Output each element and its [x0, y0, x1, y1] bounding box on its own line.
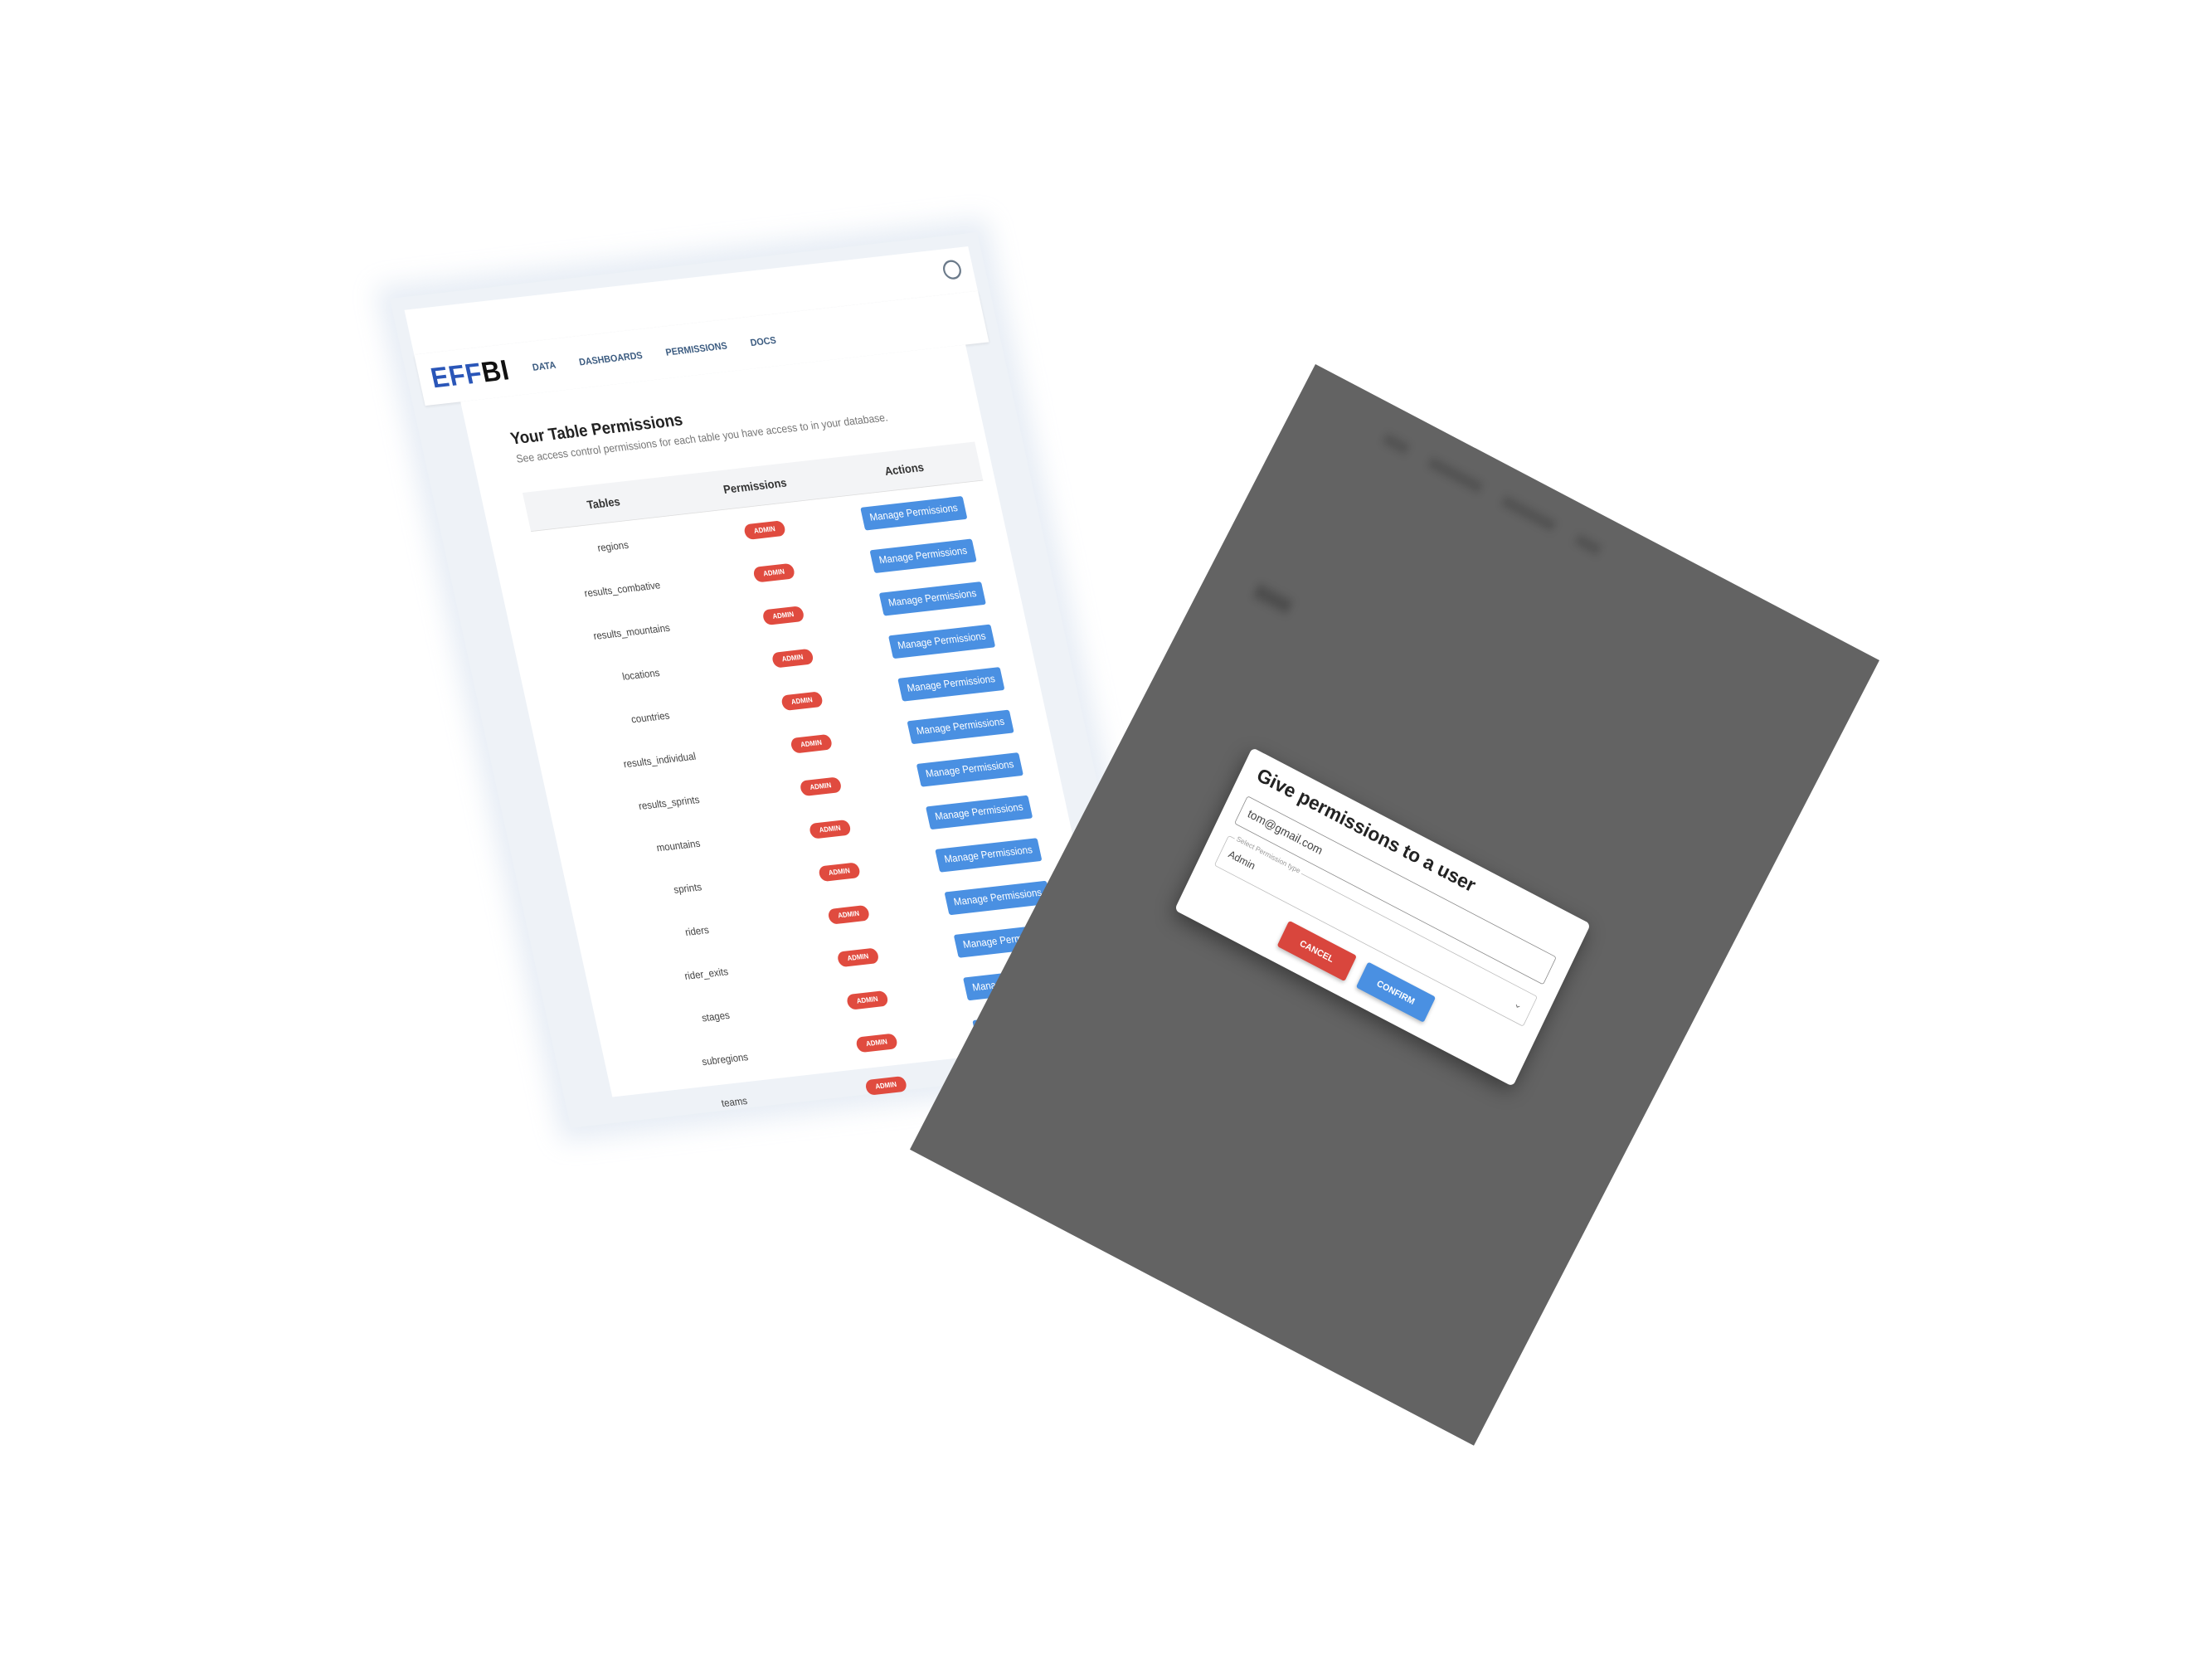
table-name: riders — [683, 924, 710, 938]
permission-badge: ADMIN — [864, 1075, 908, 1096]
table-name: mountains — [655, 838, 702, 854]
table-name: rider_exits — [683, 966, 730, 982]
permission-badge: ADMIN — [845, 990, 889, 1010]
permission-badge: ADMIN — [780, 690, 824, 711]
permission-badge: ADMIN — [836, 946, 880, 967]
nav-docs[interactable]: DOCS — [749, 334, 777, 348]
header-tables: Tables — [586, 494, 621, 512]
permission-badge: ADMIN — [817, 861, 861, 882]
table-name: teams — [720, 1095, 749, 1110]
manage-permissions-button[interactable]: Manage Permissions — [878, 581, 986, 616]
permission-badge: ADMIN — [761, 605, 805, 625]
header-actions: Actions — [883, 460, 926, 478]
manage-permissions-button[interactable]: Manage Permissions — [935, 837, 1043, 873]
table-name: results_sprints — [637, 794, 701, 812]
manage-permissions-button[interactable]: Manage Permissions — [916, 752, 1023, 787]
manage-permissions-button[interactable]: Manage Permissions — [907, 709, 1014, 744]
logo[interactable]: EFFBI — [428, 354, 513, 395]
manage-permissions-button[interactable]: Manage Permissions — [888, 624, 995, 659]
permission-badge: ADMIN — [742, 519, 786, 540]
table-name: results_mountains — [592, 622, 671, 642]
table-name: stages — [700, 1010, 732, 1024]
nav-permissions[interactable]: PERMISSIONS — [664, 340, 728, 358]
permission-badge: ADMIN — [808, 819, 852, 839]
user-account-icon[interactable] — [941, 259, 964, 280]
permission-badge: ADMIN — [827, 904, 871, 925]
manage-permissions-button[interactable]: Manage Permissions — [926, 795, 1033, 830]
table-name: regions — [596, 539, 630, 554]
manage-permissions-button[interactable]: Manage Permissions — [860, 495, 968, 531]
permission-badge: ADMIN — [771, 648, 814, 669]
table-name: results_individual — [622, 751, 698, 771]
manage-permissions-button[interactable]: Manage Permissions — [897, 666, 1005, 702]
permission-badge: ADMIN — [799, 776, 843, 796]
nav-dashboards[interactable]: DASHBOARDS — [578, 350, 644, 368]
permission-badge: ADMIN — [854, 1033, 898, 1053]
select-value: Admin — [1226, 849, 1257, 873]
table-name: sprints — [673, 881, 703, 896]
permission-badge: ADMIN — [751, 562, 796, 583]
manage-permissions-button[interactable]: Manage Permissions — [869, 538, 977, 573]
table-name: locations — [621, 667, 661, 683]
header-permissions: Permissions — [722, 475, 788, 496]
permission-badge: ADMIN — [789, 733, 834, 754]
table-name: countries — [630, 709, 671, 726]
nav-data[interactable]: DATA — [532, 359, 557, 372]
table-name: subregions — [701, 1051, 750, 1068]
table-name: results_combative — [583, 579, 662, 600]
chevron-down-icon: ⌄ — [1512, 998, 1525, 1012]
